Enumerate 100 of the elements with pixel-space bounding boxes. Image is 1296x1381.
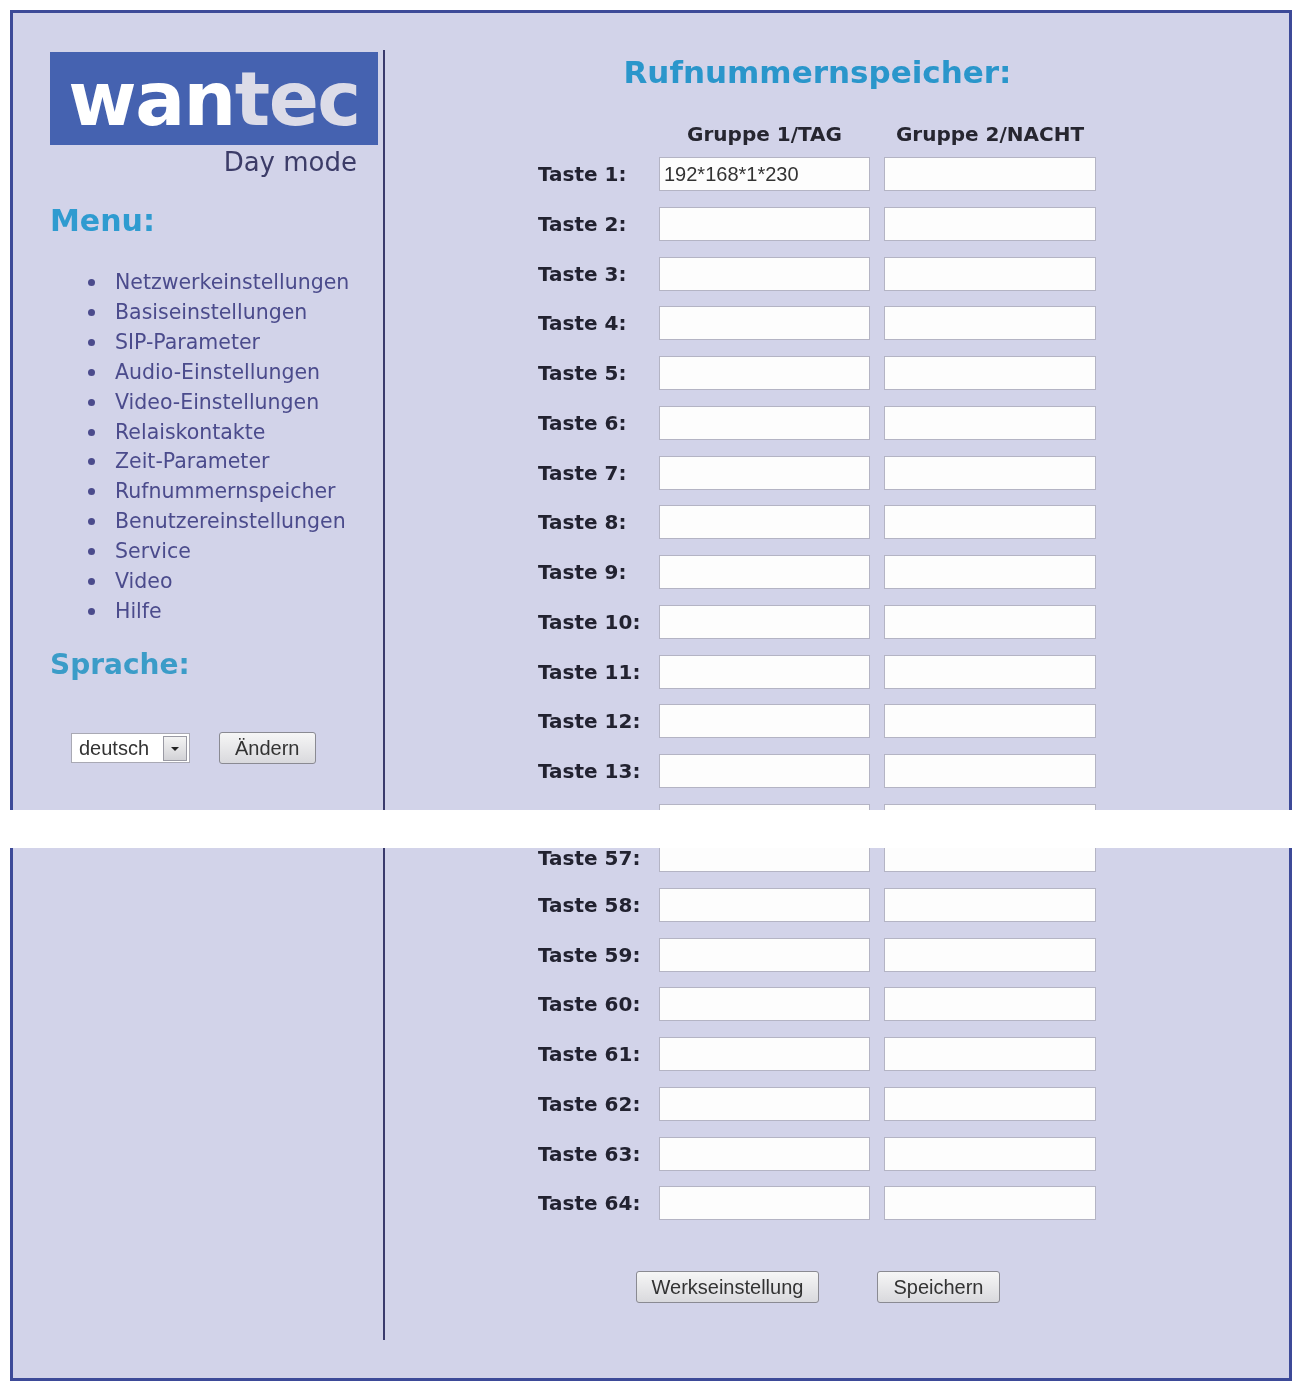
input-field[interactable]: [659, 405, 870, 440]
field-label: Taste 9:: [538, 560, 627, 584]
menu-link[interactable]: Audio-Einstellungen: [115, 357, 320, 387]
input-field[interactable]: [659, 987, 870, 1022]
menu-link[interactable]: Service: [115, 537, 191, 566]
input-field[interactable]: [659, 505, 870, 540]
menu-link[interactable]: Rufnummernspeicher: [115, 477, 336, 507]
input-field[interactable]: [884, 803, 1096, 810]
input-field[interactable]: [659, 848, 870, 872]
bullet-icon: [88, 279, 95, 287]
bullet-icon: [88, 398, 95, 406]
input-field[interactable]: [659, 704, 870, 739]
input-field[interactable]: [884, 505, 1096, 540]
field-label: Taste 7:: [538, 460, 627, 485]
bullet-icon: [88, 428, 95, 436]
field-label: Taste 63:: [538, 1141, 641, 1166]
menu-link[interactable]: Netzwerkeinstellungen: [115, 268, 350, 298]
menu-link[interactable]: Hilfe: [115, 596, 162, 626]
field-label: Taste 2:: [538, 211, 627, 236]
input-field[interactable]: [884, 848, 1096, 872]
field-label: Taste 6:: [538, 410, 627, 435]
input-field[interactable]: [884, 1136, 1096, 1171]
input-field[interactable]: [884, 987, 1096, 1022]
input-field[interactable]: [659, 555, 870, 589]
field-label: Taste 11:: [538, 659, 641, 684]
field-label: Taste 59:: [538, 942, 641, 967]
bullet-icon: [88, 339, 95, 347]
input-field[interactable]: [659, 455, 870, 490]
menu-link[interactable]: SIP-Parameter: [115, 328, 261, 358]
page-title: Rufnummernspeicher:: [623, 54, 1012, 90]
field-label: Taste 5:: [538, 361, 627, 385]
form-button[interactable]: Werkseinstellung: [635, 1271, 820, 1304]
input-field[interactable]: [884, 887, 1096, 922]
field-label: Taste 60:: [538, 992, 641, 1017]
menu-link[interactable]: Benutzereinstellungen: [115, 507, 346, 537]
bullet-icon: [88, 488, 95, 496]
bullet-icon: [88, 309, 95, 317]
bullet-icon: [88, 368, 95, 376]
field-label: Taste 62:: [538, 1091, 641, 1116]
logo: wantec: [50, 52, 378, 145]
column-header: Gruppe 1/TAG: [687, 122, 842, 146]
field-label: Taste 4:: [538, 311, 627, 336]
input-field[interactable]: [659, 1086, 870, 1121]
input-field[interactable]: [884, 256, 1096, 291]
menu-link[interactable]: Basiseinstellungen: [115, 298, 308, 328]
field-label: Taste 57:: [538, 848, 641, 868]
input-field[interactable]: [659, 887, 870, 922]
bullet-icon: [88, 458, 95, 466]
input-field[interactable]: [659, 356, 870, 390]
input-field[interactable]: [659, 754, 870, 788]
field-label: Taste 10:: [538, 609, 641, 634]
field-label: Taste 1:: [538, 162, 627, 186]
field-label: Taste 64:: [538, 1191, 641, 1216]
field-label: Taste 13:: [538, 759, 641, 783]
input-field[interactable]: 192*168*1*230: [659, 157, 870, 191]
input-field[interactable]: [659, 256, 870, 291]
field-label: Taste 58:: [538, 892, 641, 917]
language-select[interactable]: deutsch: [71, 733, 190, 764]
input-field[interactable]: [884, 157, 1096, 191]
input-field[interactable]: [884, 1037, 1096, 1071]
input-field[interactable]: [659, 803, 870, 810]
bullet-icon: [88, 548, 95, 555]
caret-icon: [163, 735, 187, 761]
input-field[interactable]: [884, 704, 1096, 739]
input-field[interactable]: [884, 654, 1096, 689]
mode-label: Day mode: [223, 147, 357, 177]
menu-link[interactable]: Relaiskontakte: [115, 417, 266, 447]
input-field[interactable]: [659, 937, 870, 972]
section-heading: Menu:: [50, 203, 155, 239]
field-label: Taste 61:: [538, 1042, 641, 1066]
input-field[interactable]: [884, 356, 1096, 390]
input-field[interactable]: [884, 937, 1096, 972]
input-field[interactable]: [884, 405, 1096, 440]
bullet-icon: [88, 518, 95, 526]
menu-link[interactable]: Video: [115, 566, 173, 596]
column-header: Gruppe 2/NACHT: [895, 122, 1085, 146]
input-field[interactable]: [659, 1037, 870, 1071]
field-label: Taste 8:: [538, 510, 627, 535]
input-field[interactable]: [659, 1186, 870, 1221]
input-field[interactable]: [659, 1136, 870, 1171]
input-field[interactable]: [884, 306, 1096, 341]
input-field[interactable]: [659, 206, 870, 241]
input-field[interactable]: [884, 555, 1096, 589]
field-label: Taste 12:: [538, 709, 641, 734]
field-label: Taste 3:: [538, 261, 627, 286]
input-field[interactable]: [884, 455, 1096, 490]
bullet-icon: [88, 577, 95, 585]
input-field[interactable]: [659, 654, 870, 689]
change-button[interactable]: Ändern: [219, 732, 316, 765]
input-field[interactable]: [884, 1086, 1096, 1121]
menu-link[interactable]: Video-Einstellungen: [115, 387, 320, 417]
input-field[interactable]: [884, 754, 1096, 788]
input-field[interactable]: [884, 1186, 1096, 1221]
form-button[interactable]: Speichern: [877, 1271, 1000, 1304]
section-heading: Sprache:: [50, 648, 190, 683]
input-field[interactable]: [659, 604, 870, 639]
input-field[interactable]: [659, 306, 870, 341]
menu-link[interactable]: Zeit-Parameter: [115, 447, 270, 477]
input-field[interactable]: [884, 206, 1096, 241]
input-field[interactable]: [884, 604, 1096, 639]
